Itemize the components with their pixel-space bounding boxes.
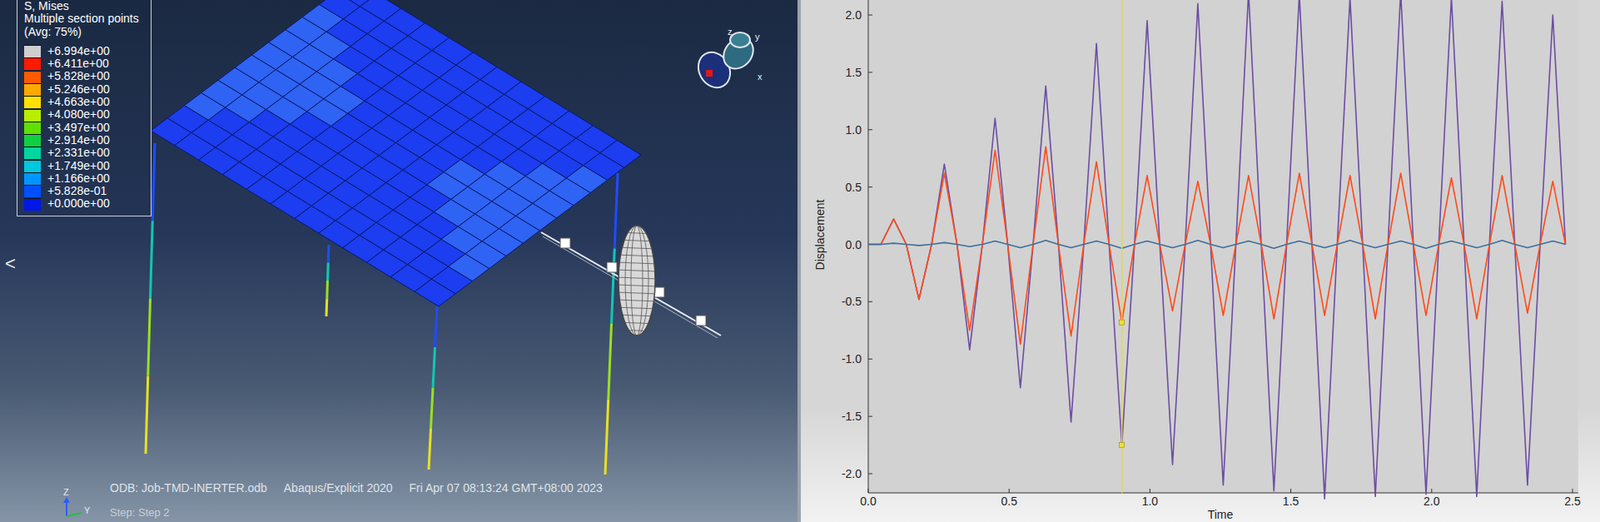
x-axis-label: Time [1207,507,1234,522]
triad-label: x [757,71,763,82]
legend-swatch [24,198,41,211]
legend-swatch [24,57,41,70]
legend-entry: +4.080e+00 [24,108,140,121]
plot-area[interactable] [868,0,1579,493]
y-tick: 1.0 [845,123,863,137]
x-tick: 1.0 [1142,494,1159,508]
tmd-mass[interactable] [616,225,658,336]
legend-entry: +5.828e+00 [24,69,140,83]
legend-entry: +1.749e+00 [24,159,140,173]
node-marker[interactable] [606,262,617,273]
column[interactable] [428,306,438,470]
legend-entry: +4.663e+00 [24,95,140,109]
axis-label: Y [84,505,91,516]
cursor-marker [1119,319,1125,325]
legend-title: S, Mises [24,0,140,13]
legend-entry: +0.000e+00 [24,197,140,210]
node-marker[interactable] [654,287,665,298]
legend-title: (Avg: 75%) [24,25,140,39]
legend-swatch [24,134,41,147]
legend-swatch [24,159,41,173]
legend-swatch [24,146,41,160]
collapse-arrow-icon[interactable]: < [4,254,16,274]
triad-label: z [727,26,733,37]
series-line[interactable] [868,240,1566,249]
legend-entry: +1.166e+00 [24,172,140,185]
legend-entry: +2.331e+00 [24,146,140,160]
model-viewport[interactable]: z y x Z Y S, MisesMultiple section points(Avg… [0,0,801,522]
y-tick: 0.5 [845,180,863,194]
legend-entry: +5.246e+00 [24,83,140,96]
x-tick: 0.5 [1000,494,1018,508]
x-tick: 0.0 [859,494,877,508]
cursor-marker [1119,442,1125,448]
y-tick: 1.5 [845,65,863,80]
triad-label: y [755,31,761,42]
legend-entry: +5.828e-01 [24,184,140,198]
plate-mesh[interactable] [150,0,641,307]
node-marker[interactable] [560,238,571,249]
axis-label: Z [63,486,70,497]
odb-info: ODB: Job-TMD-INERTER.odbAbaqus/Explicit … [109,479,603,497]
legend-swatch [24,172,41,185]
y-tick: 0.0 [845,238,863,252]
y-axis-label: Displacement [813,198,827,270]
legend-swatch [24,44,41,58]
view-triad-icon[interactable] [691,31,760,94]
x-tick: 2.0 [1423,494,1441,508]
node-marker[interactable] [695,315,706,326]
series-line[interactable] [868,146,1566,344]
legend-swatch [24,109,41,122]
y-tick: 2.0 [845,8,863,22]
legend-swatch [24,95,41,109]
legend-swatch [24,184,41,198]
y-tick: -1.5 [841,409,862,423]
legend-entry: +2.914e+00 [24,134,140,147]
legend-swatch [24,83,41,96]
column[interactable] [605,173,618,475]
y-tick: -1.0 [841,352,862,366]
x-tick: 1.5 [1282,494,1300,508]
legend-entry: +3.497e+00 [24,121,140,135]
step-label: Step: Step 2 [109,504,170,522]
column[interactable] [326,244,329,317]
legend-entry: +6.411e+00 [24,57,140,70]
legend-swatch [24,70,41,84]
axis-triad-icon [63,496,82,517]
contour-legend: S, MisesMultiple section points(Avg: 75%… [16,0,152,217]
legend-entry: +6.994e+00 [24,44,140,58]
legend-title: Multiple section points [24,12,140,25]
xy-plot[interactable]: 2.0 1.5 1.0 0.5 0.0 -0.5 -1.0 -1.5 -2.0 0.0 0.5 1.0… [800,0,1600,522]
y-tick: -0.5 [841,294,862,309]
x-tick: 2.5 [1564,494,1581,508]
series-line[interactable] [868,0,1566,499]
time-cursor[interactable] [1121,0,1123,493]
legend-swatch [24,121,41,135]
y-tick: -2.0 [841,467,862,481]
